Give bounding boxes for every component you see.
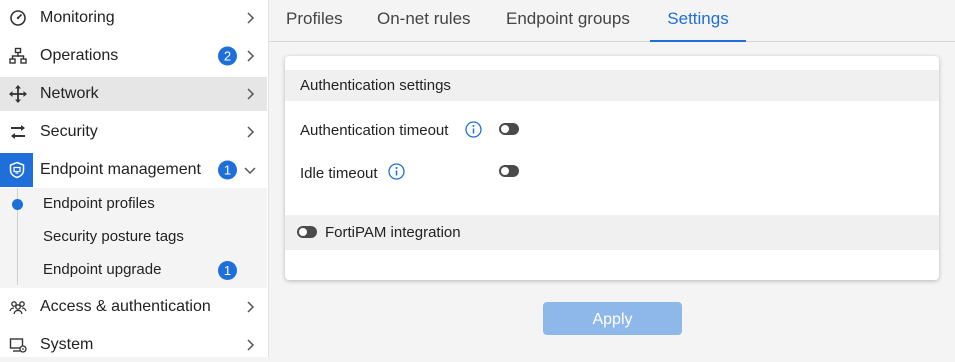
sidebar-item-endpoint-management[interactable]: Endpoint management 1 [0, 153, 267, 187]
sidebar-item-label: Endpoint management [40, 161, 201, 178]
apply-button[interactable]: Apply [543, 302, 682, 335]
section-header: Authentication settings [285, 70, 939, 101]
submenu-item-endpoint-profiles[interactable]: Endpoint profiles [43, 192, 155, 216]
submenu-item-endpoint-upgrade[interactable]: Endpoint upgrade [43, 258, 161, 282]
sidebar: Monitoring Operations 2 Network Security [0, 0, 269, 357]
fortipam-section: FortiPAM integration [285, 215, 939, 250]
tab-on-net-rules[interactable]: On-net rules [377, 0, 471, 40]
settings-card: Authentication settings Authentication t… [285, 56, 939, 280]
users-icon [9, 298, 27, 316]
section-title: Authentication settings [300, 77, 451, 94]
chevron-right-icon [243, 87, 257, 101]
swap-arrows-icon [9, 123, 27, 141]
sidebar-item-label: Security [40, 123, 98, 140]
authentication-timeout-toggle[interactable] [499, 123, 519, 135]
system-icon [9, 336, 27, 354]
chevron-right-icon [243, 338, 257, 352]
tab-settings[interactable]: Settings [650, 0, 746, 42]
submenu-item-security-posture-tags[interactable]: Security posture tags [43, 225, 184, 249]
sidebar-item-label: Access & authentication [40, 298, 211, 315]
move-arrows-icon [9, 85, 27, 103]
fortipam-integration-label: FortiPAM integration [325, 224, 461, 241]
tab-endpoint-groups[interactable]: Endpoint groups [506, 0, 630, 40]
chevron-down-icon [243, 163, 257, 177]
idle-timeout-label: Idle timeout [300, 165, 378, 182]
sidebar-item-label: Operations [40, 47, 119, 64]
notification-badge: 1 [218, 160, 237, 180]
network-tree-icon [9, 47, 27, 65]
tab-bar: Profiles On-net rules Endpoint groups Se… [269, 0, 955, 42]
chevron-right-icon [243, 125, 257, 139]
sidebar-item-monitoring[interactable]: Monitoring [0, 1, 267, 35]
sidebar-item-label: System [40, 336, 94, 353]
sidebar-item-network[interactable]: Network [0, 77, 267, 111]
fortipam-integration-toggle[interactable] [297, 226, 317, 238]
chevron-right-icon [243, 11, 257, 25]
info-icon[interactable] [388, 163, 405, 180]
sidebar-item-label: Monitoring [40, 9, 115, 26]
sidebar-item-operations[interactable]: Operations 2 [0, 39, 267, 73]
active-indicator-dot [12, 199, 23, 210]
info-icon[interactable] [465, 121, 482, 138]
sidebar-item-label: Network [40, 85, 99, 102]
endpoint-icon [0, 153, 33, 187]
tab-profiles[interactable]: Profiles [286, 0, 343, 40]
notification-badge: 2 [218, 46, 237, 66]
idle-timeout-toggle[interactable] [499, 165, 519, 177]
notification-badge: 1 [218, 261, 237, 280]
authentication-timeout-label: Authentication timeout [300, 122, 449, 139]
sidebar-item-access-authentication[interactable]: Access & authentication [0, 290, 267, 324]
sidebar-item-security[interactable]: Security [0, 115, 267, 149]
chevron-right-icon [243, 300, 257, 314]
gauge-icon [9, 9, 27, 27]
chevron-right-icon [243, 49, 257, 63]
